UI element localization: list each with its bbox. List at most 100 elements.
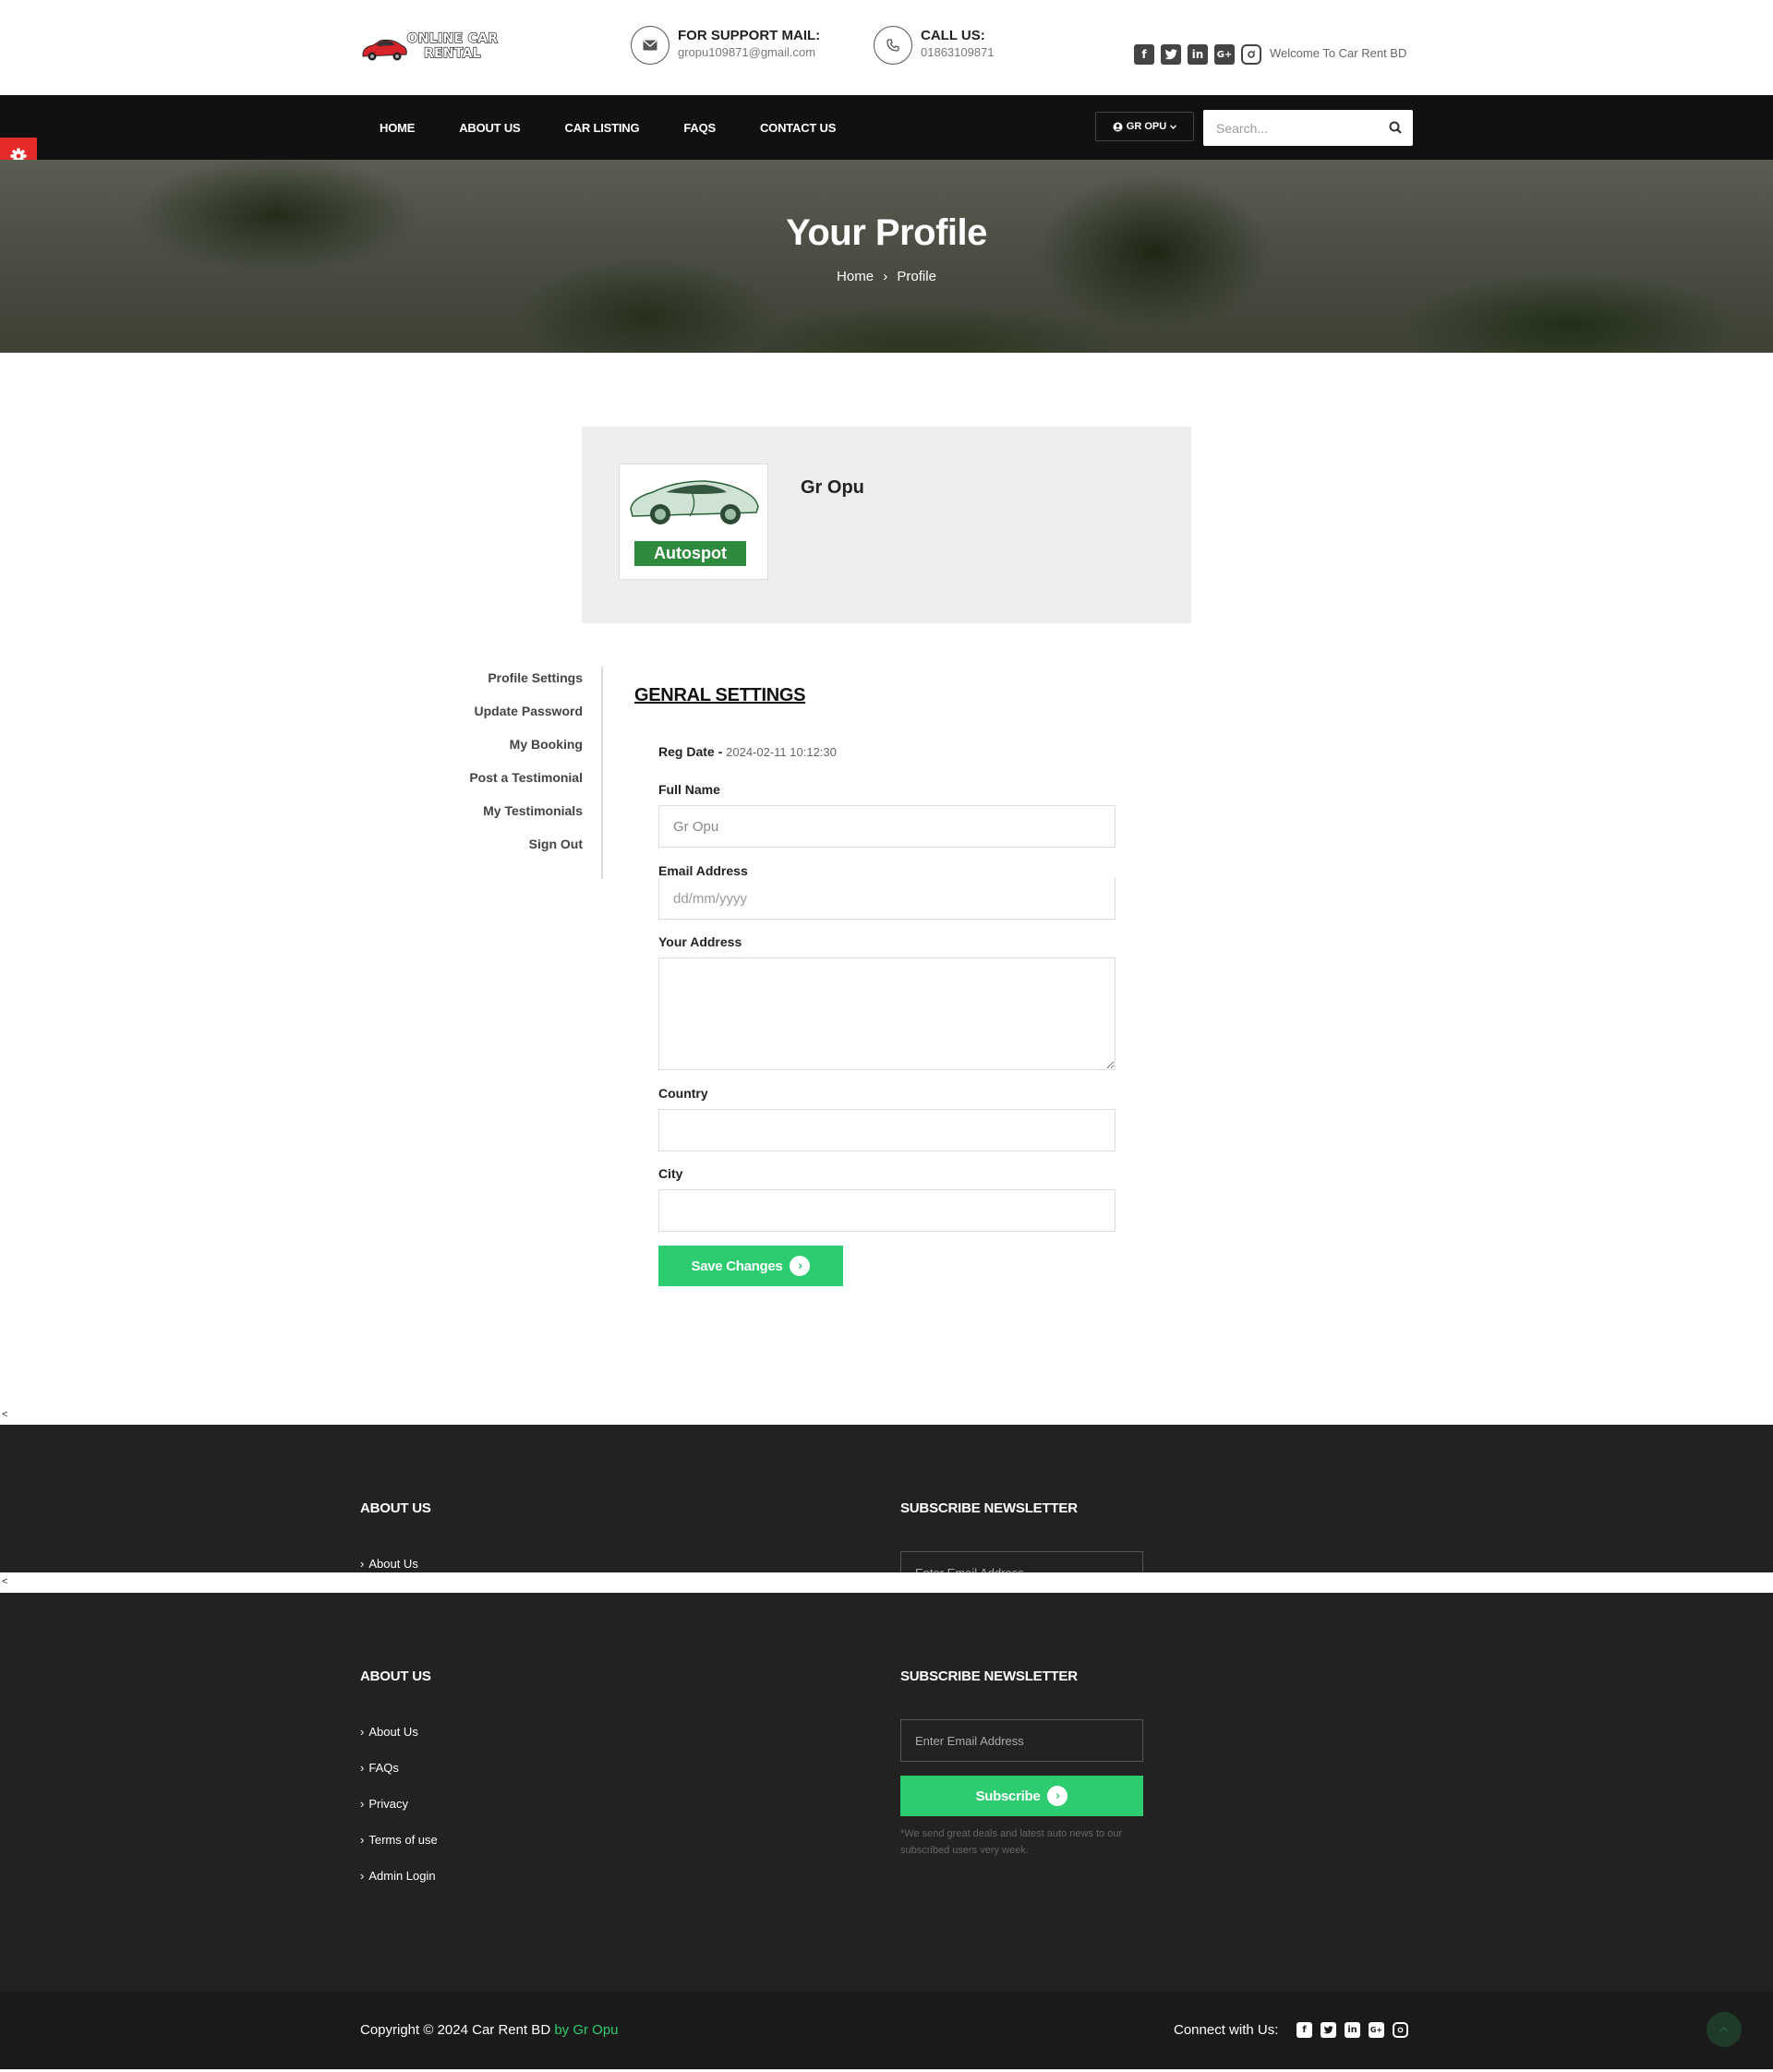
site-logo[interactable]: ONLINE CAR RENTAL [360,30,499,65]
nav-contact-us[interactable]: CONTACT US [760,121,836,135]
footer-link-privacy[interactable]: › Privacy [360,1797,408,1811]
nav-about-us[interactable]: ABOUT US [459,121,520,135]
footer-newsletter-heading: SUBSCRIBE NEWSLETTER [900,1668,1078,1684]
author-link[interactable]: by Gr Opu [554,2022,618,2038]
connect-label: Connect with Us: [1174,2022,1279,2038]
email-field[interactable] [658,877,1116,920]
chevron-right-icon: › [360,1557,365,1571]
sidebar-item-my-booking[interactable]: My Booking [443,733,601,766]
sidebar-item-my-testimonials[interactable]: My Testimonials [443,800,601,833]
breadcrumb-home[interactable]: Home [837,269,874,284]
google-plus-icon[interactable]: G+ [1214,44,1235,65]
chevron-right-icon: › [360,1761,365,1775]
nav-faqs[interactable]: FAQS [683,121,716,135]
save-changes-button[interactable]: Save Changes › [658,1246,843,1286]
newsletter-email-input[interactable] [900,1719,1143,1762]
sidebar-item-post-testimonial[interactable]: Post a Testimonial [443,766,601,800]
footer-duplicate-clipped: ABOUT US SUBSCRIBE NEWSLETTER › About Us [0,1425,1773,1572]
support-title: FOR SUPPORT MAIL: [678,28,821,43]
country-field[interactable] [658,1109,1116,1151]
car-logo-icon [362,39,407,61]
footer-link-admin-login[interactable]: › Admin Login [360,1869,436,1883]
chevron-right-icon: › [360,1833,365,1847]
reg-date: Reg Date - 2024-02-11 10:12:30 [658,744,837,759]
welcome-text: Welcome To Car Rent BD [1270,46,1407,60]
country-label: Country [658,1086,708,1101]
logo-text: ONLINE CAR RENTAL [406,30,499,61]
twitter-icon[interactable] [1321,2022,1336,2038]
address-textarea[interactable] [658,958,1116,1070]
footer-about-heading: ABOUT US [360,1668,431,1684]
header-social-links: f in G+ [1134,44,1261,65]
chevron-up-icon [1719,2026,1729,2032]
sidebar-item-sign-out[interactable]: Sign Out [443,833,601,866]
avatar: Autospot [619,464,768,580]
save-changes-label: Save Changes [691,1258,783,1274]
instagram-icon[interactable] [1393,2022,1408,2038]
call-title: CALL US: [921,28,985,43]
user-menu-button[interactable]: GR OPU [1095,112,1194,141]
stray-mark: < [2,1576,8,1587]
sports-car-icon [630,480,759,524]
footer-social-links: f in G+ [1297,2022,1408,2038]
user-name: GR OPU [1126,121,1167,132]
support-email[interactable]: gropu109871@gmail.com [678,45,815,59]
subscribe-label: Subscribe [975,1788,1041,1804]
top-header: ONLINE CAR RENTAL FOR SUPPORT MAIL: grop… [0,0,1773,95]
search-input[interactable] [1203,110,1383,146]
search-box [1203,110,1413,146]
user-circle-icon [1113,122,1123,131]
footer-about-heading: ABOUT US [360,1500,431,1516]
main-navbar: HOME ABOUT US CAR LISTING FAQS CONTACT U… [0,95,1773,160]
search-icon[interactable] [1388,120,1404,136]
footer-link-about-us[interactable]: › About Us [360,1725,418,1739]
page-hero-banner: Your Profile Home › Profile [0,160,1773,353]
newsletter-note: *We send great deals and latest auto new… [900,1828,1123,1856]
profile-card: Autospot Gr Opu [582,427,1191,623]
chevron-down-icon [1170,124,1177,129]
nav-car-listing[interactable]: CAR LISTING [565,121,640,135]
google-plus-icon[interactable]: G+ [1369,2022,1384,2038]
stray-mark: < [2,1409,8,1420]
arrow-right-icon: › [790,1256,811,1276]
facebook-icon[interactable]: f [1297,2022,1312,2038]
nav-home[interactable]: HOME [380,121,415,135]
chevron-right-icon: › [360,1797,365,1811]
reg-date-value: 2024-02-11 10:12:30 [726,745,837,759]
breadcrumb: Home › Profile [0,269,1773,284]
footer-link-terms[interactable]: › Terms of use [360,1833,438,1847]
sidebar-item-update-password[interactable]: Update Password [443,700,601,733]
twitter-icon[interactable] [1161,44,1181,65]
instagram-icon[interactable] [1241,44,1261,65]
footer-link-faqs[interactable]: › FAQs [360,1761,399,1775]
city-label: City [658,1166,683,1181]
address-label: Your Address [658,934,742,949]
nav-links: HOME ABOUT US CAR LISTING FAQS CONTACT U… [380,95,880,160]
facebook-icon[interactable]: f [1134,44,1154,65]
full-name-label: Full Name [658,782,720,797]
settings-heading: GENRAL SETTINGS [634,685,806,705]
call-number[interactable]: 01863109871 [921,45,995,59]
newsletter-email-input[interactable] [900,1551,1143,1572]
profile-name: Gr Opu [801,477,864,498]
avatar-label: Autospot [634,541,746,566]
copyright-bar: Copyright © 2024 Car Rent BD by Gr Opu C… [0,1992,1773,2069]
envelope-icon [631,26,669,65]
chevron-right-icon: › [360,1869,365,1883]
email-label: Email Address [658,863,748,878]
linkedin-icon[interactable]: in [1345,2022,1360,2038]
footer-link-about-us[interactable]: › About Us [360,1557,418,1571]
chevron-right-icon: › [883,269,888,284]
breadcrumb-current: Profile [897,269,936,284]
subscribe-button[interactable]: Subscribe › [900,1776,1143,1816]
reg-date-label: Reg Date - [658,744,727,759]
city-field[interactable] [658,1189,1116,1232]
profile-sidebar: Profile Settings Update Password My Book… [443,667,603,879]
full-name-field[interactable] [658,805,1116,848]
linkedin-icon[interactable]: in [1188,44,1208,65]
sidebar-item-profile-settings[interactable]: Profile Settings [443,667,601,700]
footer-newsletter-heading: SUBSCRIBE NEWSLETTER [900,1500,1078,1516]
footer: ABOUT US › About Us › FAQs › Privacy › Terms… [0,1593,1773,1992]
back-to-top-button[interactable] [1707,2012,1742,2047]
arrow-right-icon: › [1047,1786,1068,1806]
